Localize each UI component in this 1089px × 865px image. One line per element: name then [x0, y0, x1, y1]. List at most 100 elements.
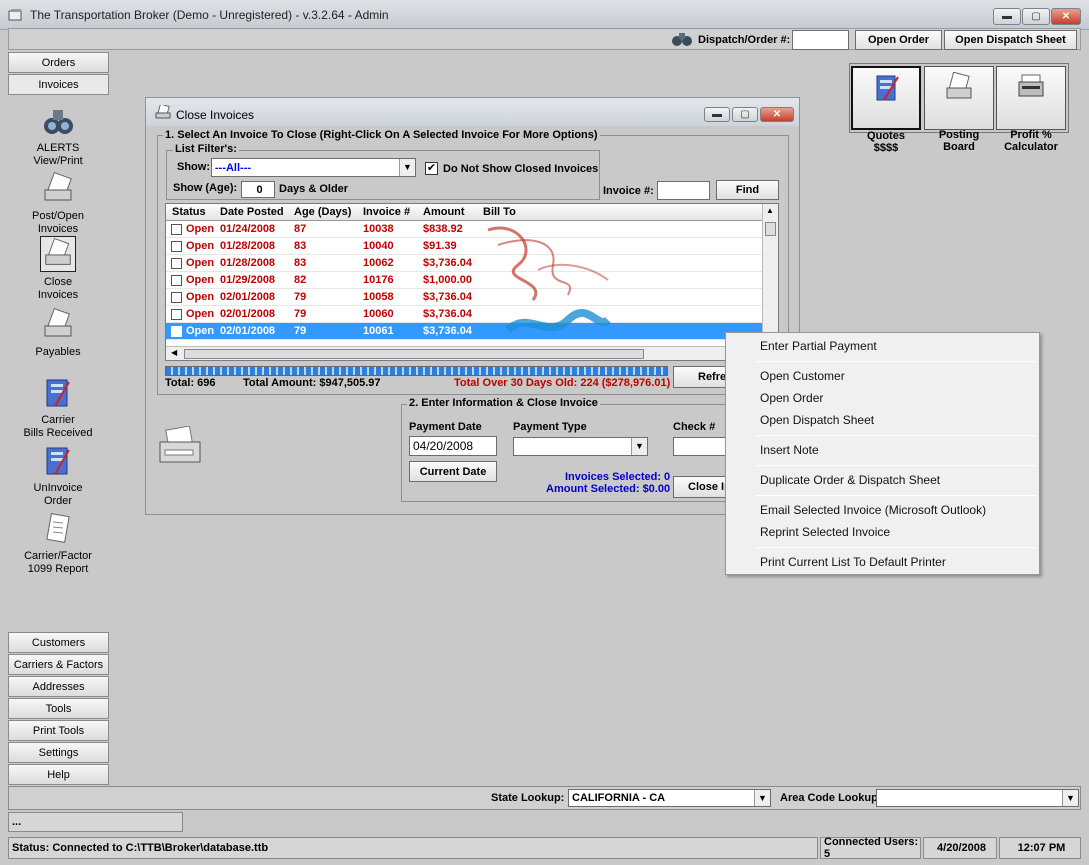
invoices-selected: Invoices Selected: 0: [565, 471, 671, 483]
quotes-button[interactable]: Quotes $$$$: [851, 66, 921, 154]
col-invoice[interactable]: Invoice #: [363, 206, 410, 218]
chevron-down-icon[interactable]: ▼: [1062, 790, 1078, 806]
area-code-lookup-select[interactable]: ▼: [876, 789, 1079, 807]
table-row[interactable]: Open 01/28/2008 83 10040 $91.39: [166, 238, 762, 255]
open-dispatch-sheet-button[interactable]: Open Dispatch Sheet: [944, 30, 1077, 50]
col-amount[interactable]: Amount: [423, 206, 465, 218]
cell-date: 02/01/2008: [220, 308, 276, 320]
table-row[interactable]: Open 02/01/2008 79 10058 $3,736.04: [166, 289, 762, 306]
side-close-invoices[interactable]: Close Invoices: [14, 236, 102, 302]
menu-open-order[interactable]: Open Order: [760, 391, 823, 405]
nav-addresses[interactable]: Addresses: [8, 676, 109, 697]
menu-duplicate-order[interactable]: Duplicate Order & Dispatch Sheet: [760, 473, 940, 487]
vscroll-thumb[interactable]: [765, 222, 776, 236]
menu-reprint-invoice[interactable]: Reprint Selected Invoice: [760, 525, 890, 539]
row-checkbox[interactable]: [171, 241, 182, 252]
state-lookup-select[interactable]: CALIFORNIA - CA ▼: [568, 789, 771, 807]
row-checkbox[interactable]: [171, 326, 182, 337]
uninvoice-icon: [46, 447, 70, 475]
nav-customers[interactable]: Customers: [8, 632, 109, 653]
nav-help[interactable]: Help: [8, 764, 109, 785]
close-invoice-button[interactable]: Close In: [673, 476, 733, 498]
invoice-grid[interactable]: Status Date Posted Age (Days) Invoice # …: [165, 203, 779, 361]
dialog-minimize-button[interactable]: ▬: [704, 107, 730, 122]
nav-tools[interactable]: Tools: [8, 698, 109, 719]
cell-amount: $838.92: [423, 223, 463, 235]
side-uninvoice-order[interactable]: UnInvoice Order: [14, 444, 102, 508]
payables-icon: [44, 308, 72, 337]
hscroll-thumb[interactable]: [184, 349, 644, 359]
chevron-down-icon[interactable]: ▼: [754, 790, 770, 806]
table-row[interactable]: Open 02/01/2008 79 10060 $3,736.04: [166, 306, 762, 323]
dialog-close-button[interactable]: ✕: [760, 107, 794, 122]
row-checkbox[interactable]: [171, 275, 182, 286]
side-alerts[interactable]: ALERTS View/Print: [14, 104, 102, 168]
payment-date-label: Payment Date: [409, 421, 482, 433]
nav-settings[interactable]: Settings: [8, 742, 109, 763]
nav-invoices[interactable]: Invoices: [8, 74, 109, 95]
dispatch-order-input[interactable]: [792, 30, 849, 50]
menu-separator: [756, 465, 1036, 466]
grid-horizontal-scrollbar[interactable]: ◀: [166, 346, 778, 360]
find-button[interactable]: Find: [716, 180, 779, 200]
cell-amount: $3,736.04: [423, 291, 472, 303]
posting-board-button[interactable]: Posting Board: [924, 66, 994, 153]
total-count: Total: 696: [165, 377, 216, 389]
profit-calculator-button[interactable]: Profit % Calculator: [996, 66, 1066, 153]
cell-invoice: 10058: [363, 291, 394, 303]
menu-open-dispatch-sheet[interactable]: Open Dispatch Sheet: [760, 413, 874, 427]
side-post-open-invoices[interactable]: Post/Open Invoices: [14, 172, 102, 236]
row-checkbox[interactable]: [171, 224, 182, 235]
close-button[interactable]: ✕: [1051, 8, 1081, 25]
dialog-maximize-button[interactable]: ▢: [732, 107, 758, 122]
payment-type-select[interactable]: ▼: [513, 437, 648, 456]
side-close-label: Close Invoices: [37, 276, 79, 301]
scroll-up-icon[interactable]: ▲: [766, 206, 774, 215]
table-row-selected[interactable]: Open 02/01/2008 79 10061 $3,736.04: [166, 323, 762, 340]
show-select[interactable]: ---All--- ▼: [211, 158, 416, 177]
printer-icon: [159, 426, 201, 463]
row-checkbox[interactable]: [171, 292, 182, 303]
col-bill-to[interactable]: Bill To: [483, 206, 516, 218]
side-1099-report[interactable]: Carrier/Factor 1099 Report: [14, 512, 102, 576]
col-age[interactable]: Age (Days): [294, 206, 351, 218]
maximize-button[interactable]: ▢: [1022, 8, 1050, 25]
col-status[interactable]: Status: [172, 206, 206, 218]
nav-orders[interactable]: Orders: [8, 52, 109, 73]
cell-age: 79: [294, 308, 307, 320]
table-row[interactable]: Open 01/24/2008 87 10038 $838.92: [166, 221, 762, 238]
nav-carriers-factors[interactable]: Carriers & Factors: [8, 654, 109, 675]
age-suffix: Days & Older: [279, 183, 349, 195]
row-checkbox[interactable]: [171, 309, 182, 320]
profit-calculator-label: Profit % Calculator: [1004, 129, 1058, 153]
ellipsis-panel: ...: [8, 812, 183, 832]
calculator-icon: [1018, 74, 1044, 97]
grid-vertical-scrollbar[interactable]: ▲: [762, 204, 778, 346]
row-checkbox[interactable]: [171, 258, 182, 269]
check-number-input[interactable]: [673, 437, 728, 456]
side-payables[interactable]: Payables: [14, 308, 102, 359]
table-row[interactable]: Open 01/28/2008 83 10062 $3,736.04: [166, 255, 762, 272]
refresh-button[interactable]: Refre: [673, 366, 733, 388]
menu-open-customer[interactable]: Open Customer: [760, 369, 845, 383]
grid-header: Status Date Posted Age (Days) Invoice # …: [166, 204, 762, 221]
menu-enter-partial-payment[interactable]: Enter Partial Payment: [760, 339, 877, 353]
chevron-down-icon[interactable]: ▼: [399, 159, 415, 176]
menu-print-list[interactable]: Print Current List To Default Printer: [760, 555, 946, 569]
table-row[interactable]: Open 01/29/2008 82 10176 $1,000.00: [166, 272, 762, 289]
invoice-number-input[interactable]: [657, 181, 710, 200]
col-date-posted[interactable]: Date Posted: [220, 206, 284, 218]
current-date-button[interactable]: Current Date: [409, 461, 497, 482]
scroll-left-icon[interactable]: ◀: [171, 348, 177, 357]
minimize-button[interactable]: ▬: [993, 8, 1021, 25]
menu-insert-note[interactable]: Insert Note: [760, 443, 819, 457]
open-order-button[interactable]: Open Order: [855, 30, 942, 50]
cell-invoice: 10060: [363, 308, 394, 320]
do-not-show-closed-checkbox[interactable]: ✔: [425, 162, 438, 175]
chevron-down-icon[interactable]: ▼: [631, 438, 647, 455]
menu-email-invoice[interactable]: Email Selected Invoice (Microsoft Outloo…: [760, 503, 986, 517]
age-input[interactable]: 0: [241, 181, 275, 198]
payment-date-input[interactable]: 04/20/2008: [409, 436, 497, 456]
side-carrier-bills[interactable]: Carrier Bills Received: [14, 376, 102, 440]
nav-print-tools[interactable]: Print Tools: [8, 720, 109, 741]
